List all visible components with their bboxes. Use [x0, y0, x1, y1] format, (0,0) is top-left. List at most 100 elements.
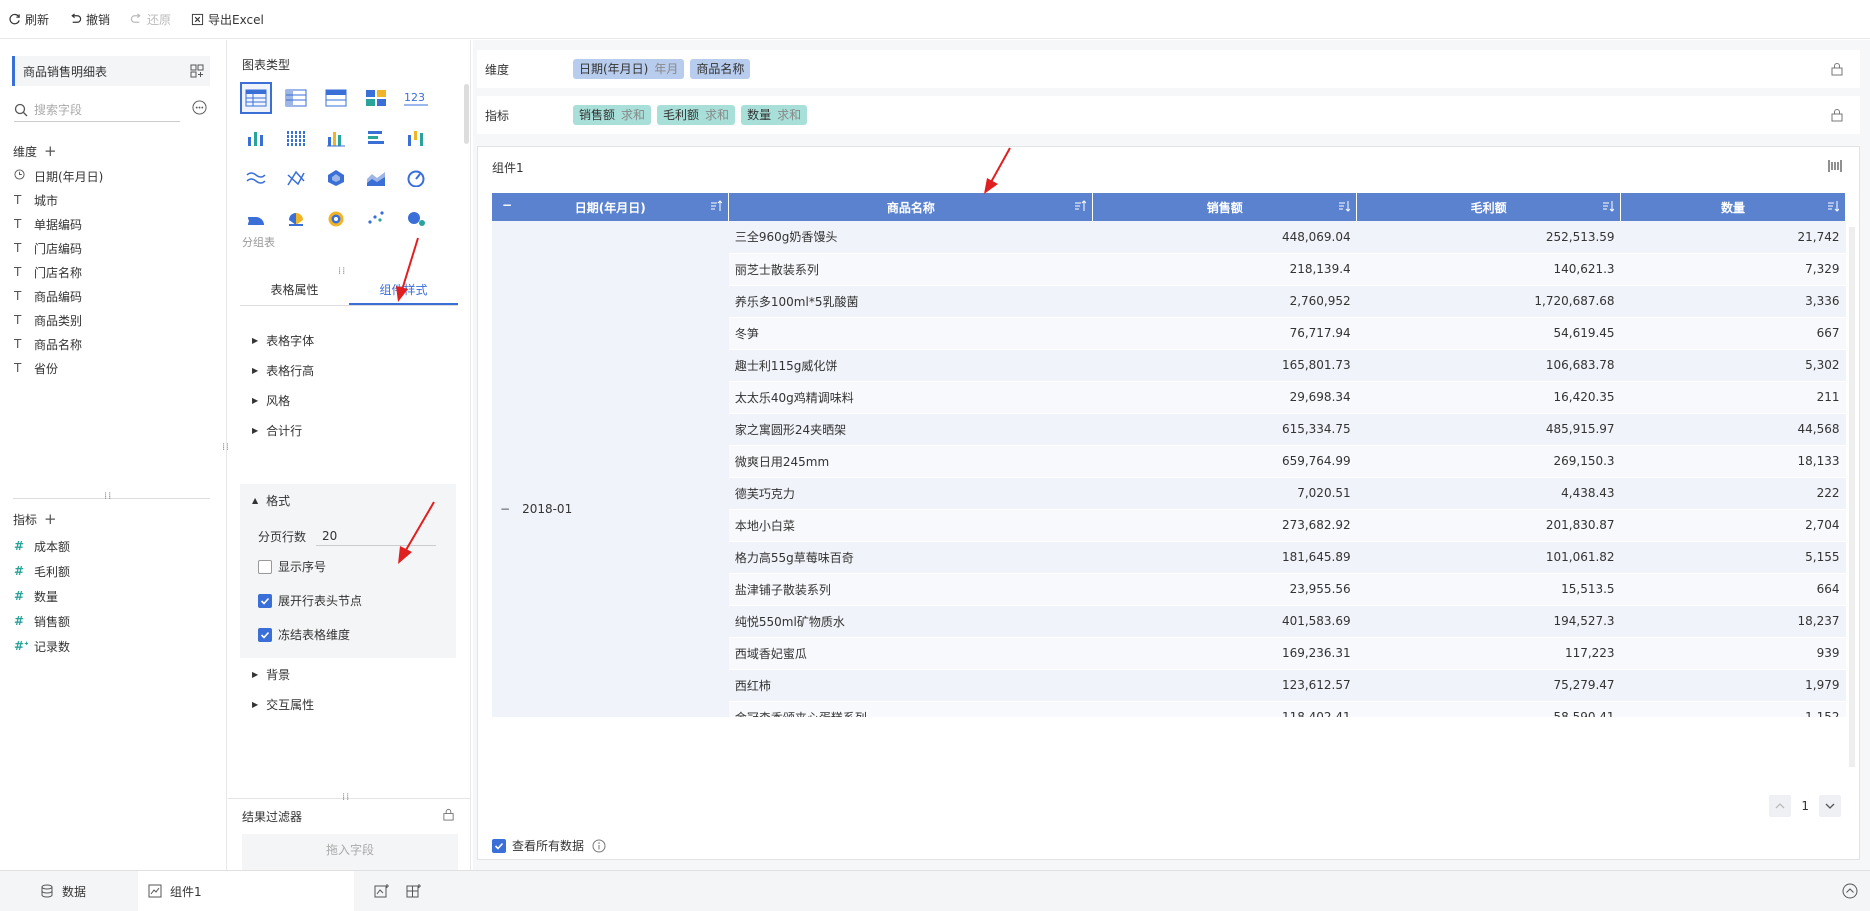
dimension-field[interactable]: T 商品名称: [14, 334, 82, 354]
gauge-type-icon[interactable]: [400, 162, 432, 194]
switch-table-icon[interactable]: [190, 64, 204, 78]
sort-icon[interactable]: [1602, 200, 1615, 215]
radar-type-icon[interactable]: [320, 162, 352, 194]
prev-page-button[interactable]: [1769, 795, 1792, 817]
collapse-up-icon[interactable]: [1842, 883, 1858, 899]
measure-field[interactable]: # 毛利额: [14, 561, 70, 581]
view-all-label: 查看所有数据: [512, 839, 585, 853]
dimension-field[interactable]: T 省份: [14, 358, 58, 378]
sort-icon[interactable]: [1074, 200, 1087, 215]
data-tab[interactable]: 数据: [40, 871, 130, 911]
dimension-field[interactable]: T 城市: [14, 190, 58, 210]
next-page-button[interactable]: [1819, 795, 1841, 817]
detail-table-type-icon[interactable]: [320, 82, 352, 114]
field-label: 商品类别: [34, 313, 83, 328]
measure-field[interactable]: #ᐩ 记录数: [14, 636, 70, 656]
measure-field[interactable]: # 成本额: [14, 536, 70, 556]
add-component-icon[interactable]: [374, 883, 390, 899]
bubble-chart-type-icon[interactable]: [400, 202, 432, 234]
line-chart-type-icon[interactable]: [240, 162, 272, 194]
measure-field[interactable]: # 数量: [14, 586, 58, 606]
lock-icon[interactable]: [442, 808, 455, 821]
lock-icon[interactable]: [1830, 62, 1844, 76]
sort-icon[interactable]: [710, 200, 723, 215]
measure-pill-quantity[interactable]: 数量 求和: [741, 105, 808, 125]
sunburst-type-icon[interactable]: [320, 202, 352, 234]
measure-pill-sales[interactable]: 销售额 求和: [573, 105, 652, 125]
field-search-input[interactable]: 搜索字段: [14, 98, 180, 122]
resize-handle[interactable]: ⁞⁞: [104, 491, 112, 502]
dimension-field[interactable]: T 商品类别: [14, 310, 82, 330]
show-index-option[interactable]: 显示序号: [258, 558, 326, 575]
cross-table-type-icon[interactable]: [280, 82, 312, 114]
export-excel-button[interactable]: 导出Excel: [191, 11, 264, 28]
column-header-sales[interactable]: 销售额: [1092, 193, 1358, 221]
table-selector[interactable]: 商品销售明细表: [12, 56, 210, 86]
dimension-field[interactable]: T 单据编码: [14, 214, 82, 234]
table-scrollbar[interactable]: [1849, 227, 1855, 767]
collapse-group-icon[interactable]: −: [500, 502, 510, 516]
dimension-pill-product[interactable]: 商品名称: [690, 59, 751, 79]
dimension-shelf[interactable]: 维度 日期(年月日) 年月 商品名称: [477, 50, 1860, 88]
view-all-checkbox[interactable]: [492, 838, 506, 853]
prop-background[interactable]: ▶ 背景: [252, 666, 290, 683]
scrollbar[interactable]: [464, 84, 469, 144]
kpi-number-type-icon[interactable]: 123: [400, 82, 432, 114]
add-measure-icon[interactable]: +: [44, 510, 57, 528]
prop-total-row[interactable]: ▶ 合计行: [252, 422, 302, 439]
measure-pill-profit[interactable]: 毛利额 求和: [657, 105, 736, 125]
tab-table-properties[interactable]: 表格属性: [240, 274, 349, 305]
dimension-pill-date[interactable]: 日期(年月日) 年月: [573, 59, 685, 79]
prop-interaction[interactable]: ▶ 交互属性: [252, 696, 314, 713]
sort-icon[interactable]: [1338, 200, 1351, 215]
show-index-checkbox[interactable]: [258, 559, 272, 574]
add-dimension-icon[interactable]: +: [44, 142, 57, 160]
refresh-button[interactable]: 刷新: [8, 11, 49, 28]
sort-icon[interactable]: [1827, 200, 1840, 215]
scatter-bar-type-icon[interactable]: [240, 122, 272, 154]
undo-button[interactable]: 撤销: [69, 11, 110, 28]
column-header-product[interactable]: 商品名称: [728, 193, 1094, 221]
mixed-table-type-icon[interactable]: [360, 82, 392, 114]
table-row[interactable]: −2018-01 三全960g奶香馒头 448,069.04 252,513.59 21…: [492, 221, 1846, 717]
dimension-field[interactable]: T 门店编码: [14, 238, 82, 258]
product-name-cell: 太太乐40g鸡精调味料: [728, 381, 1093, 414]
info-icon[interactable]: [592, 839, 606, 853]
freeze-dimension-checkbox[interactable]: [258, 627, 272, 642]
cross-line-type-icon[interactable]: [280, 162, 312, 194]
expand-row-header-option[interactable]: 展开行表头节点: [258, 592, 362, 609]
column-header-profit[interactable]: 毛利额: [1356, 193, 1622, 221]
add-dashboard-icon[interactable]: [406, 883, 422, 899]
dimension-field-date[interactable]: 日期(年月日): [14, 166, 103, 186]
multi-column-type-icon[interactable]: [280, 122, 312, 154]
prop-row-height[interactable]: ▶ 表格行高: [252, 362, 314, 379]
prop-table-font[interactable]: ▶ 表格字体: [252, 332, 314, 349]
component-tab[interactable]: 组件1: [138, 871, 354, 911]
dimension-field[interactable]: T 商品编码: [14, 286, 82, 306]
lock-icon[interactable]: [1830, 108, 1844, 122]
redo-button[interactable]: 还原: [130, 11, 171, 28]
view-all-data-option[interactable]: 查看所有数据: [492, 837, 606, 854]
range-column-type-icon[interactable]: [400, 122, 432, 154]
date-group-cell[interactable]: −2018-01: [492, 221, 729, 717]
scatter-chart-type-icon[interactable]: [360, 202, 392, 234]
more-options-icon[interactable]: [192, 100, 207, 115]
prop-format[interactable]: ▲ 格式: [252, 492, 290, 509]
collapse-all-icon[interactable]: −: [502, 198, 512, 212]
column-header-quantity[interactable]: 数量: [1620, 193, 1846, 221]
rose-chart-type-icon[interactable]: [280, 202, 312, 234]
dimension-field[interactable]: T 门店名称: [14, 262, 82, 282]
column-width-icon[interactable]: [1827, 159, 1843, 173]
column-chart-type-icon[interactable]: [320, 122, 352, 154]
column-header-date[interactable]: − 日期(年月日): [492, 193, 730, 221]
pie-chart-type-icon[interactable]: [240, 202, 272, 234]
area-chart-type-icon[interactable]: [360, 162, 392, 194]
measure-field[interactable]: # 销售额: [14, 611, 70, 631]
prop-style[interactable]: ▶ 风格: [252, 392, 290, 409]
expand-row-header-checkbox[interactable]: [258, 593, 272, 608]
grouped-table-type-icon[interactable]: [240, 82, 272, 114]
freeze-dimension-option[interactable]: 冻结表格维度: [258, 626, 350, 643]
measure-shelf[interactable]: 指标 销售额 求和 毛利额 求和 数量 求和: [477, 96, 1860, 134]
bar-chart-type-icon[interactable]: [360, 122, 392, 154]
resize-handle[interactable]: ⁞⁞: [342, 792, 350, 803]
